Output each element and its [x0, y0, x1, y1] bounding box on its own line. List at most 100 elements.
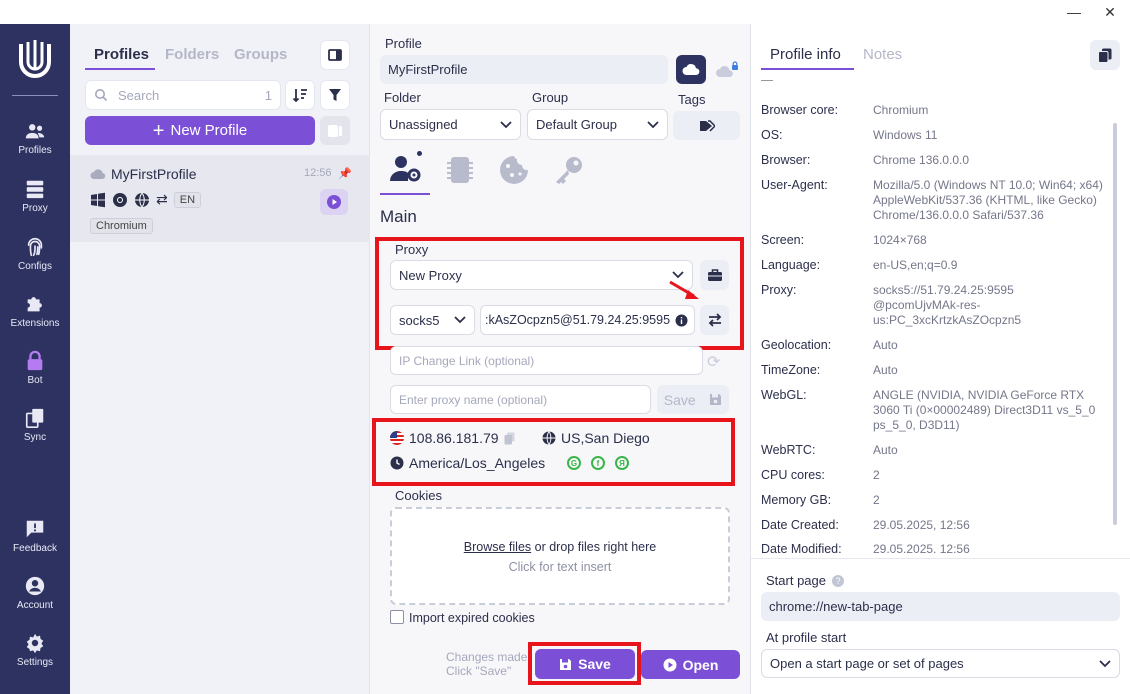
rail-item-extensions[interactable]: Extensions: [0, 293, 70, 329]
cloud-icon: [682, 64, 700, 75]
cookies-dropzone[interactable]: [390, 507, 730, 605]
proxy-string-input[interactable]: :kAsZOcpzn5@51.79.24.25:9595: [480, 305, 695, 335]
fingerprint-icon: [27, 237, 43, 257]
proxy-save-button[interactable]: Save: [657, 385, 729, 414]
rail-item-sync[interactable]: Sync: [0, 407, 70, 443]
launch-profile-button[interactable]: [320, 189, 348, 215]
rail-item-proxy[interactable]: Proxy: [0, 178, 70, 214]
proxy-check-button[interactable]: [700, 305, 729, 335]
tab-hardware[interactable]: [446, 155, 474, 188]
ip-change-link-input[interactable]: IP Change Link (optional): [390, 346, 703, 375]
proxy-name-input[interactable]: Enter proxy name (optional): [390, 385, 651, 414]
info-value: 2: [873, 468, 880, 482]
start-page-input[interactable]: chrome://new-tab-page: [761, 592, 1120, 621]
profile-row-header: MyFirstProfile: [90, 166, 197, 182]
cookie-icon: [500, 156, 528, 184]
info-key: Browser core:: [761, 103, 839, 117]
rail-item-label: Configs: [18, 261, 52, 272]
info-cut-row: —: [761, 80, 861, 84]
info-scrollbar[interactable]: [1113, 123, 1117, 525]
browse-files-link[interactable]: Browse files: [464, 540, 531, 554]
info-value: Windows 11: [873, 128, 938, 142]
tab-folders[interactable]: Folders: [165, 46, 219, 63]
save-button[interactable]: Save: [535, 649, 635, 679]
proxy-label: Proxy: [395, 242, 429, 257]
clock-icon: [390, 456, 404, 470]
proxy-type-select[interactable]: socks5: [390, 305, 475, 335]
timezone-display: America/Los_Angeles: [390, 455, 545, 471]
folder-select[interactable]: Unassigned: [380, 109, 521, 140]
new-profile-button[interactable]: + New Profile: [85, 116, 315, 145]
at-start-select[interactable]: Open a start page or set of pages: [761, 649, 1120, 678]
cloud-lock-icon: [716, 61, 738, 77]
profile-count: 1: [264, 87, 272, 103]
chevron-down-icon: [1099, 659, 1111, 667]
refresh-icon[interactable]: ⟳: [707, 352, 720, 372]
rail-item-settings[interactable]: Settings: [0, 632, 70, 668]
info-key: Geolocation:: [761, 338, 832, 352]
account-icon: [25, 576, 45, 596]
cloud-locked-button[interactable]: [712, 56, 742, 84]
search-input[interactable]: Search 1: [85, 80, 281, 110]
group-select[interactable]: Default Group: [527, 109, 668, 140]
group-label: Group: [532, 90, 569, 105]
panel-toggle-button[interactable]: [320, 40, 350, 70]
puzzle-icon: [27, 297, 42, 312]
info-value: en-US,en;q=0.9: [873, 258, 958, 272]
tab-notes[interactable]: Notes: [863, 46, 902, 63]
rail-item-label: Sync: [23, 432, 47, 443]
tab-security[interactable]: [553, 154, 585, 189]
cloud-save-button[interactable]: [676, 55, 706, 84]
tab-profile-info[interactable]: Profile info: [770, 46, 841, 63]
sort-button[interactable]: [285, 80, 315, 110]
profile-name-input[interactable]: MyFirstProfile: [380, 55, 668, 84]
rail-item-configs[interactable]: Configs: [0, 236, 70, 272]
rail-item-feedback[interactable]: Feedback: [0, 518, 70, 554]
info-key: OS:: [761, 128, 783, 142]
quick-profile-button[interactable]: [320, 116, 350, 145]
info-key: User-Agent:: [761, 178, 828, 192]
proxy-select[interactable]: New Proxy: [390, 260, 693, 290]
info-value: Mozilla/5.0 (Windows NT 10.0; Win64; x64…: [873, 178, 1103, 222]
location-text: US,San Diego: [561, 430, 650, 446]
search-icon: [95, 89, 108, 102]
title-bar: [0, 0, 1130, 24]
profile-row-name: MyFirstProfile: [111, 166, 197, 182]
minimize-button[interactable]: —: [1056, 0, 1092, 24]
chrome-icon: [113, 192, 127, 207]
pin-icon[interactable]: 📌: [338, 167, 352, 180]
profile-label: Profile: [385, 36, 422, 51]
filter-button[interactable]: [320, 80, 350, 110]
close-icon[interactable]: ✕: [1092, 0, 1128, 24]
copy-icon[interactable]: [504, 432, 515, 445]
play-icon: [327, 195, 341, 209]
tab-groups[interactable]: Groups: [234, 46, 287, 63]
rail-item-bot[interactable]: Bot: [0, 350, 70, 386]
help-icon[interactable]: ?: [832, 574, 844, 587]
pointer-arrow-icon: [669, 280, 699, 299]
proxy-type-value: socks5: [399, 312, 440, 328]
import-expired-label: Import expired cookies: [409, 611, 535, 625]
tags-button[interactable]: [673, 111, 740, 140]
info-icon[interactable]: [675, 314, 688, 327]
key-icon: [556, 157, 582, 184]
group-value: Default Group: [536, 117, 617, 132]
tab-cookies[interactable]: [498, 154, 530, 189]
import-expired-checkbox[interactable]: [390, 610, 404, 624]
server-icon: [26, 180, 44, 199]
tab-profiles[interactable]: Profiles: [94, 46, 149, 63]
quick-profile-icon: [328, 124, 342, 137]
tags-label: Tags: [678, 92, 706, 107]
proxy-select-value: New Proxy: [399, 267, 462, 283]
tab-main-settings[interactable]: [388, 153, 422, 186]
open-button[interactable]: Open: [641, 650, 740, 679]
proxy-swap-icon: ⇄: [156, 191, 168, 207]
tags-icon: [699, 119, 715, 132]
rail-item-account[interactable]: Account: [0, 575, 70, 611]
proxy-manager-button[interactable]: [700, 260, 729, 290]
copy-info-button[interactable]: [1090, 40, 1120, 70]
unsaved-dot: [417, 151, 422, 156]
click-insert-text[interactable]: Click for text insert: [390, 560, 730, 574]
drop-text: or drop files right here: [534, 540, 657, 554]
rail-item-profiles[interactable]: Profiles: [0, 120, 70, 156]
